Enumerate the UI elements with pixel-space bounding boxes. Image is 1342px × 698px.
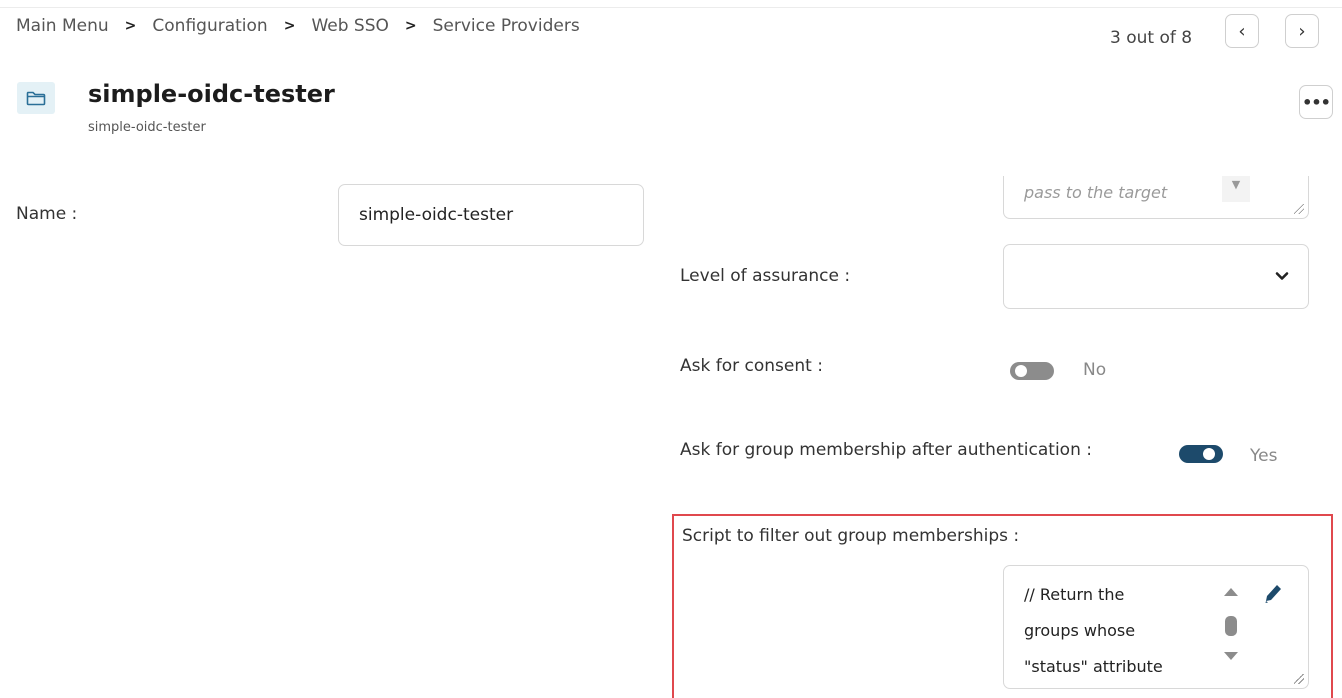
name-field[interactable] — [338, 184, 644, 246]
breadcrumb-web-sso[interactable]: Web SSO — [311, 16, 388, 36]
partial-textarea-text: pass to the target — [1024, 183, 1168, 202]
resize-handle-icon[interactable] — [1294, 204, 1304, 214]
partial-textarea[interactable]: pass to the target ▼ — [1003, 176, 1309, 219]
toggle-knob — [1015, 365, 1027, 377]
breadcrumb-separator: > — [124, 18, 137, 34]
ask-group-membership-state: Yes — [1250, 446, 1278, 466]
page-title: simple-oidc-tester — [88, 80, 335, 108]
ask-consent-label: Ask for consent : — [680, 356, 823, 376]
more-icon: ••• — [1302, 92, 1331, 112]
chevron-right-icon: › — [1298, 20, 1306, 42]
scroll-down-icon[interactable]: ▼ — [1222, 176, 1250, 202]
chevron-down-icon — [1275, 272, 1289, 280]
pager-count: 3 out of 8 — [1110, 28, 1193, 48]
chevron-left-icon: ‹ — [1238, 20, 1246, 42]
ask-consent-toggle[interactable] — [1010, 362, 1054, 380]
breadcrumb-separator: > — [283, 18, 296, 34]
level-of-assurance-select[interactable] — [1003, 244, 1309, 309]
scrollbar[interactable] — [1222, 580, 1242, 670]
breadcrumb: Main Menu > Configuration > Web SSO > Se… — [16, 14, 580, 38]
script-line: // Return the — [1024, 585, 1125, 604]
toggle-knob — [1203, 448, 1215, 460]
scroll-up-icon[interactable] — [1224, 588, 1238, 596]
script-filter-label: Script to filter out group memberships : — [682, 526, 1020, 546]
page-subtitle: simple-oidc-tester — [88, 120, 206, 135]
name-label: Name : — [16, 204, 78, 224]
ask-group-membership-label: Ask for group membership after authentic… — [680, 440, 1092, 460]
script-line: groups whose — [1024, 621, 1136, 640]
level-of-assurance-label: Level of assurance : — [680, 266, 851, 286]
resize-handle-icon[interactable] — [1294, 674, 1304, 684]
breadcrumb-separator: > — [404, 18, 417, 34]
script-line: "status" attribute — [1024, 657, 1163, 676]
scroll-down-icon[interactable] — [1224, 652, 1238, 660]
breadcrumb-configuration[interactable]: Configuration — [152, 16, 267, 36]
more-options-button[interactable]: ••• — [1299, 85, 1333, 119]
next-button[interactable]: › — [1285, 14, 1319, 48]
ask-consent-state: No — [1083, 360, 1107, 380]
top-divider — [0, 7, 1342, 8]
folder-icon — [17, 82, 55, 114]
pencil-icon[interactable] — [1262, 582, 1284, 606]
breadcrumb-service-providers[interactable]: Service Providers — [433, 16, 580, 36]
previous-button[interactable]: ‹ — [1225, 14, 1259, 48]
breadcrumb-main-menu[interactable]: Main Menu — [16, 16, 109, 36]
scroll-thumb[interactable] — [1225, 616, 1237, 636]
ask-group-membership-toggle[interactable] — [1179, 445, 1223, 463]
